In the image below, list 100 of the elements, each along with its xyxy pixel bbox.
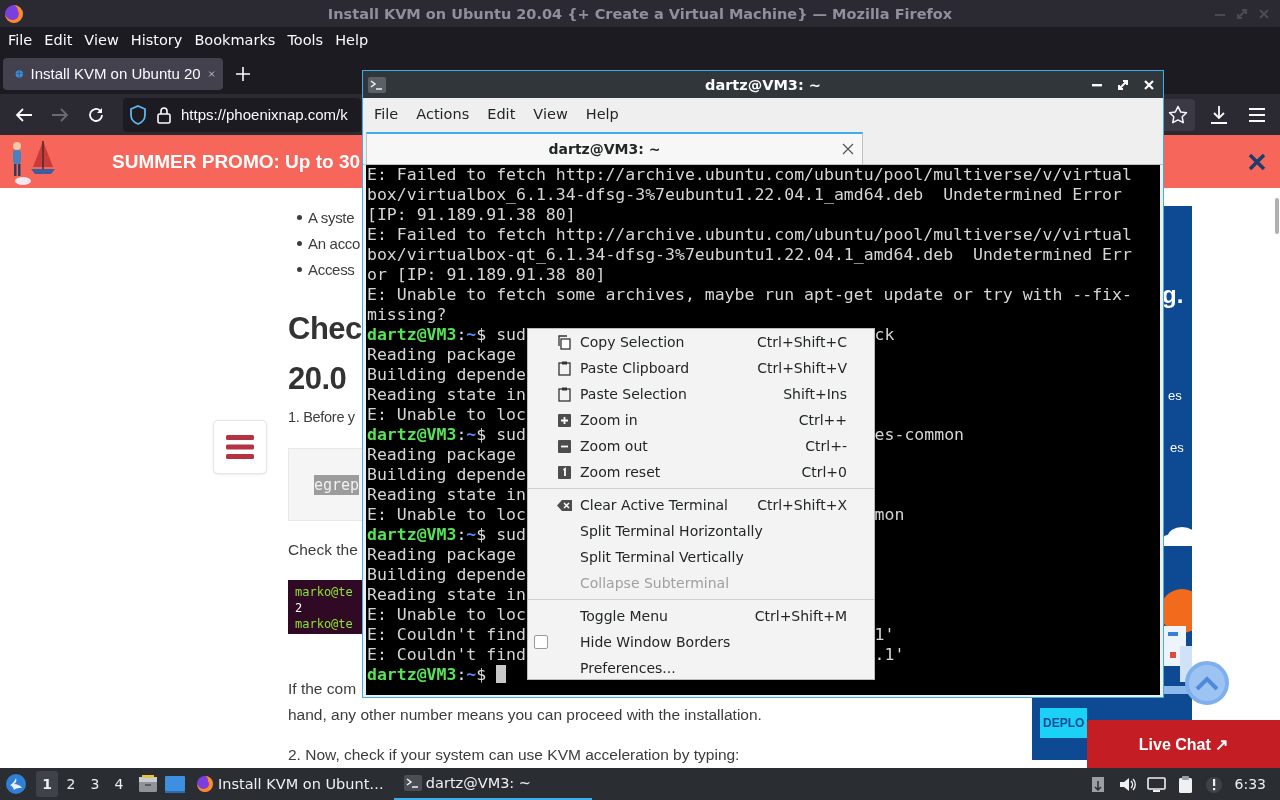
scrollbar-thumb[interactable]: [1275, 198, 1279, 234]
terminal-line: E: Failed to fetch http://archive.ubuntu.com/ubuntu/pool/multiverse/v/virtual: [367, 165, 1132, 184]
lock-icon[interactable]: [157, 105, 171, 124]
terminal-line: dartz@VM3:~$ sud: [367, 525, 526, 544]
terminal-line: box/virtualbox-qt_6.1.34-dfsg-3%7eubuntu1.22.04.1_amd64.deb Undetermined Err: [367, 245, 1132, 264]
deploy-button[interactable]: DEPLO: [1040, 708, 1087, 738]
zoom-out-icon: [556, 437, 573, 455]
terminal-line: es-common: [874, 425, 964, 445]
menu-item[interactable]: Bookmarks: [188, 32, 282, 48]
list-item-text: An acco: [308, 234, 361, 252]
menu-item[interactable]: Edit: [478, 106, 525, 122]
star-icon: [1168, 104, 1188, 125]
checkbox[interactable]: [534, 635, 548, 649]
code-text: egrep: [314, 474, 360, 495]
start-menu-icon[interactable]: [5, 773, 27, 795]
menu-icon: [226, 435, 254, 459]
menu-item[interactable]: Zoom out Ctrl+-: [528, 433, 874, 459]
notification-icon[interactable]: [1204, 774, 1224, 794]
browser-tab[interactable]: Install KVM on Ubuntu 20: [3, 57, 223, 90]
clipboard-icon: [556, 385, 573, 403]
terminal-line: ck: [874, 325, 895, 345]
bullet: [297, 214, 302, 220]
terminal-tab[interactable]: dartz@VM3: ~: [366, 132, 863, 164]
taskbar-task[interactable]: Install KVM on Ubunt…: [186, 768, 394, 800]
menu-item[interactable]: History: [124, 32, 189, 48]
menu-item[interactable]: Zoom reset Ctrl+0: [528, 459, 874, 485]
desktop-icon[interactable]: [164, 774, 186, 794]
menu-item[interactable]: Edit: [38, 32, 79, 48]
menu-item[interactable]: Paste Clipboard Ctrl+Shift+V: [528, 355, 874, 381]
menu-item[interactable]: Actions: [407, 106, 479, 122]
article-heading: Chec: [288, 310, 362, 348]
terminal-line: Reading state in: [367, 385, 526, 404]
menu-item[interactable]: Hide Window Borders: [528, 629, 874, 655]
terminal-line: or [IP: 91.189.91.38 80]: [367, 265, 606, 284]
terminal-line: [IP: 91.189.91.38 80]: [367, 205, 576, 224]
menu-item[interactable]: Split Terminal Horizontally: [528, 518, 874, 544]
firefox-logo-icon: [4, 3, 24, 24]
contents-menu-button[interactable]: [213, 420, 267, 474]
paragraph: Check the: [288, 540, 358, 560]
download-icon[interactable]: [1210, 104, 1228, 125]
close-icon[interactable]: [842, 143, 854, 155]
live-chat-button[interactable]: Live Chat ↗: [1087, 720, 1280, 768]
paragraph: hand, any other number means you can proceed with the installation.: [288, 705, 762, 725]
terminal-line: Building depende: [367, 565, 526, 584]
menu-item[interactable]: File: [365, 106, 408, 122]
window-title: dartz@VM3: ~: [705, 76, 821, 93]
workspace-button[interactable]: 2: [60, 771, 82, 797]
menu-item[interactable]: File: [2, 32, 39, 48]
ad-text: es: [1168, 388, 1182, 403]
terminal-line: Reading package: [367, 545, 516, 564]
menu-item[interactable]: Help: [329, 32, 375, 48]
terminal-line: dartz@VM3:~$ sud: [367, 325, 526, 344]
menu-item[interactable]: Tools: [281, 32, 330, 48]
menu-item[interactable]: View: [78, 32, 125, 48]
ad-text: es: [1170, 440, 1184, 455]
plus-icon[interactable]: [235, 65, 251, 82]
terminal-line: E: Unable to loc: [367, 405, 526, 424]
terminal-line: E: Unable to loc: [367, 605, 526, 624]
clock[interactable]: 6:33: [1234, 776, 1266, 792]
back-icon[interactable]: [15, 106, 33, 123]
terminal-line: E: Failed to fetch http://archive.ubuntu.com/ubuntu/pool/multiverse/v/virtual: [367, 225, 1132, 244]
shield-icon[interactable]: [129, 104, 147, 125]
menu-item[interactable]: Zoom in Ctrl++: [528, 407, 874, 433]
article-heading: 20.0: [288, 360, 347, 398]
workspace-button[interactable]: 1: [36, 771, 58, 797]
terminal-line: E: Unable to loc: [367, 505, 526, 524]
folder-icon[interactable]: [138, 774, 158, 794]
terminal-line: .1': [874, 645, 905, 665]
menu-item[interactable]: Split Terminal Vertically: [528, 544, 874, 570]
terminal-line: Building depende: [367, 365, 526, 384]
menu-item[interactable]: Preferences...: [528, 655, 874, 681]
output-line: marko@te: [295, 584, 353, 600]
terminal-line: Reading state in: [367, 485, 526, 504]
terminal-line: box/virtualbox_6.1.34-dfsg-3%7eubuntu1.22.04.1_amd64.deb Undetermined Error: [367, 185, 1122, 204]
terminal-line: mon: [874, 505, 905, 525]
terminal-line: dartz@VM3:~$ sud: [367, 425, 526, 444]
menu-icon[interactable]: [1248, 106, 1266, 123]
bullet: [297, 266, 302, 272]
list-item-text: A syste: [308, 208, 355, 226]
paragraph: 2. Now, check if your system can use KVM acceleration by typing:: [288, 745, 740, 765]
workspace-button[interactable]: 4: [108, 771, 130, 797]
window-title: Install KVM on Ubuntu 20.04 {+ Create a Virtual Machine} — Mozilla Firefox: [327, 5, 953, 22]
menu-item[interactable]: Toggle Menu Ctrl+Shift+M: [528, 603, 874, 629]
address-bar[interactable]: https://phoenixnap.com/k: [123, 97, 361, 132]
menu-item[interactable]: Clear Active Terminal Ctrl+Shift+X: [528, 492, 874, 518]
menu-item[interactable]: View: [524, 106, 577, 122]
terminal-line: Reading package: [367, 345, 516, 364]
reload-icon[interactable]: [87, 105, 105, 124]
scroll-to-top-button[interactable]: [1185, 661, 1229, 705]
chevron-up-icon: [1195, 675, 1219, 691]
taskbar-task[interactable]: dartz@VM3: ~: [393, 768, 592, 800]
terminal-line: 1': [874, 625, 895, 645]
firefox-logo-icon: [196, 775, 214, 793]
menu-item[interactable]: Paste Selection Shift+Ins: [528, 381, 874, 407]
workspace-button[interactable]: 3: [84, 771, 106, 797]
monitor-icon[interactable]: [1146, 774, 1166, 794]
clipboard-icon: [556, 359, 573, 377]
menu-item[interactable]: Copy Selection Ctrl+Shift+C: [528, 329, 874, 355]
menu-item[interactable]: Help: [576, 106, 628, 122]
paragraph: If the com: [288, 679, 357, 699]
